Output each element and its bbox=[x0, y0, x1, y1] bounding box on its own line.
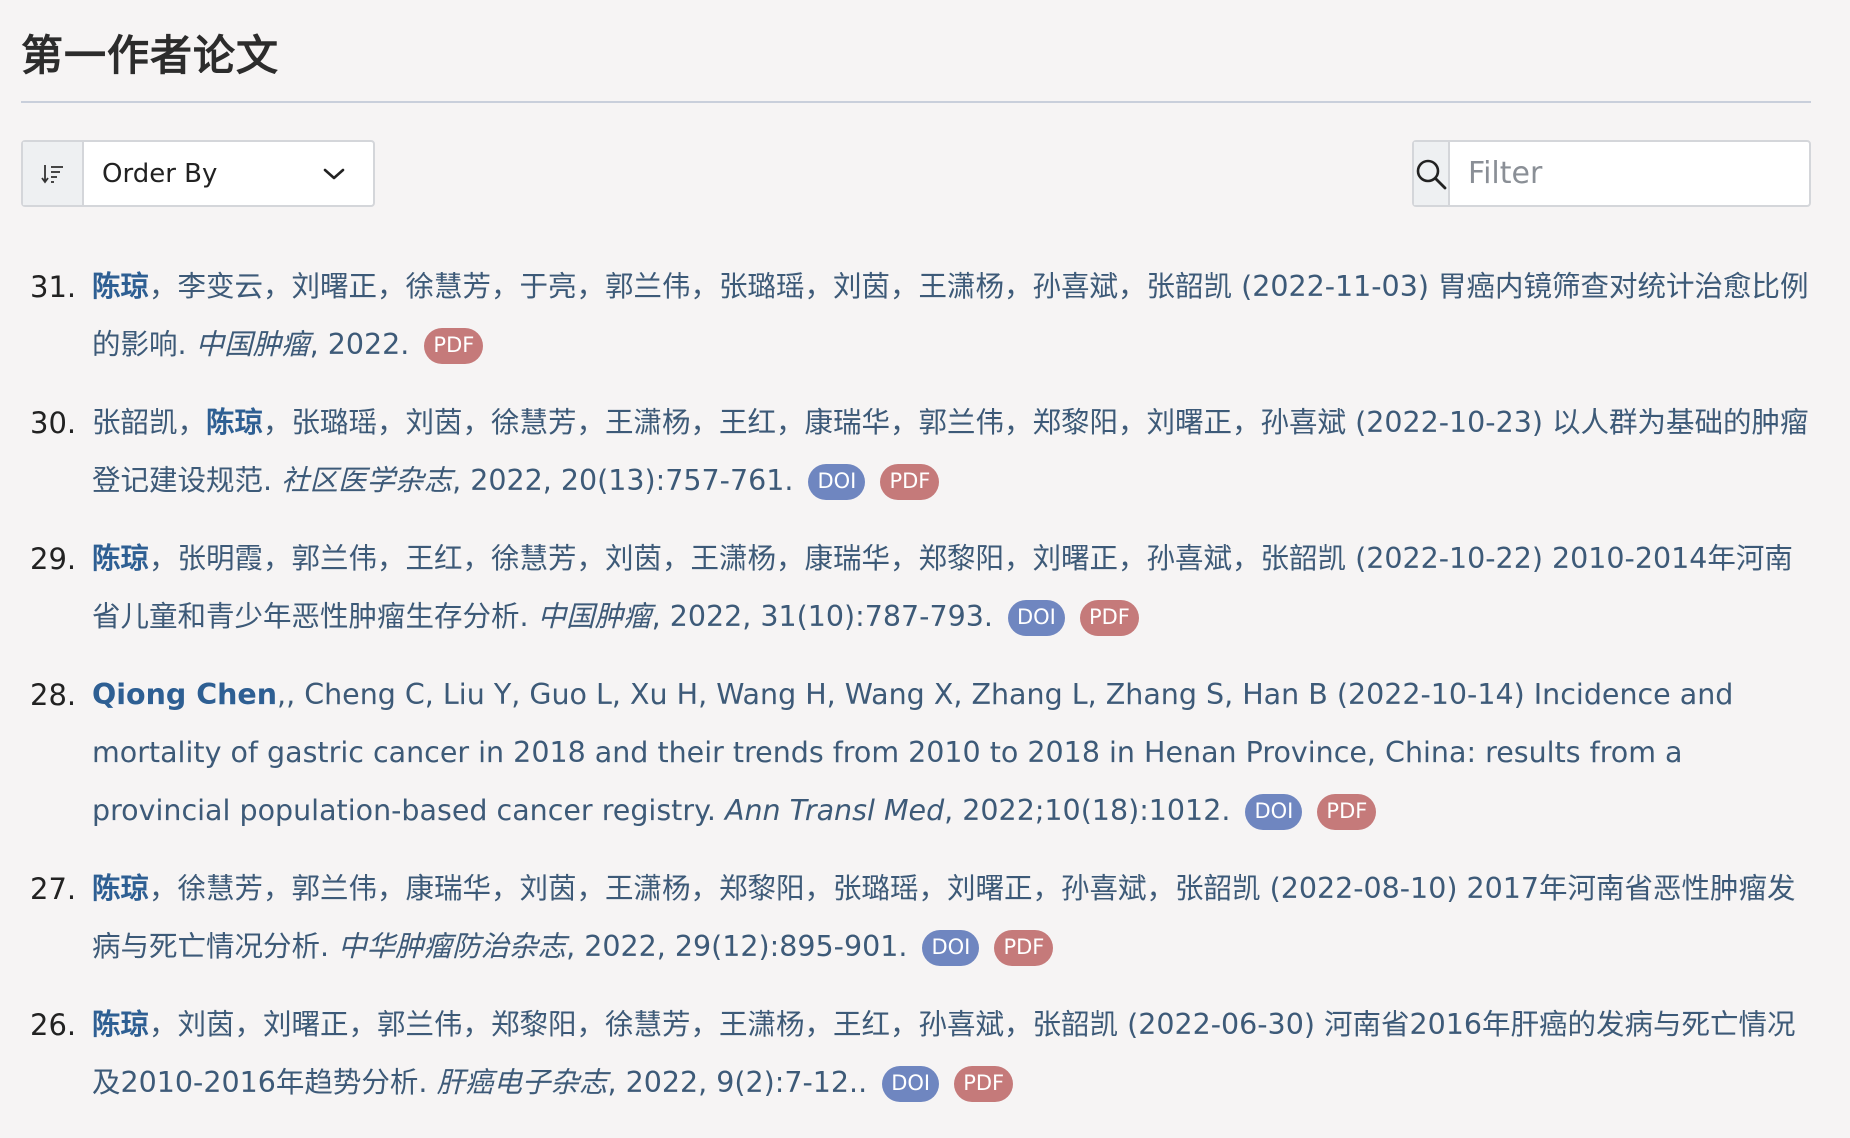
publication-number: 29. bbox=[30, 542, 77, 576]
sort-descending-icon bbox=[40, 164, 63, 183]
pdf-link[interactable]: PDF bbox=[424, 328, 484, 364]
pdf-link[interactable]: PDF bbox=[1079, 600, 1139, 636]
doi-link[interactable]: DOI bbox=[882, 1066, 940, 1102]
publication-list: 31. 陈琼，李变云，刘曙正，徐慧芳，于亮，郭兰伟，张璐瑶，刘茵，王潇杨，孙喜斌… bbox=[30, 258, 1820, 1132]
journal-name: 社区医学杂志 bbox=[281, 464, 453, 497]
publication-number: 30. bbox=[30, 406, 77, 440]
order-by-select[interactable]: Order By bbox=[84, 142, 373, 205]
citation: , 2022. bbox=[309, 328, 410, 361]
filter-input[interactable] bbox=[1450, 142, 1850, 205]
publication-item: 31. 陈琼，李变云，刘曙正，徐慧芳，于亮，郭兰伟，张璐瑶，刘茵，王潇杨，孙喜斌… bbox=[30, 258, 1820, 374]
publication-item: 29. 陈琼，张明霞，郭兰伟，王红，徐慧芳，刘茵，王潇杨，康瑞华，郑黎阳，刘曙正… bbox=[30, 530, 1820, 646]
journal-name: 中国肿瘤 bbox=[537, 600, 652, 633]
publication-text: ，刘茵，刘曙正，郭兰伟，郑黎阳，徐慧芳，王潇杨，王红，孙喜斌，张韶凯 (2022… bbox=[92, 1008, 1796, 1099]
publication-item: 28. Qiong Chen,, Cheng C, Liu Y, Guo L, … bbox=[30, 666, 1820, 840]
publication-item: 30. 张韶凯，陈琼，张璐瑶，刘茵，徐慧芳，王潇杨，王红，康瑞华，郭兰伟，郑黎阳… bbox=[30, 394, 1820, 510]
pdf-link[interactable]: PDF bbox=[880, 464, 940, 500]
doi-link[interactable]: DOI bbox=[922, 930, 980, 966]
publication-item: 26. 陈琼，刘茵，刘曙正，郭兰伟，郑黎阳，徐慧芳，王潇杨，王红，孙喜斌，张韶凯… bbox=[30, 996, 1820, 1112]
publication-number: 28. bbox=[30, 678, 77, 712]
chevron-down-icon bbox=[323, 168, 345, 179]
sort-icon[interactable] bbox=[23, 142, 84, 205]
journal-name: 中华肿瘤防治杂志 bbox=[338, 930, 567, 963]
journal-name: Ann Transl Med bbox=[725, 794, 945, 827]
lead-author: 陈琼 bbox=[92, 542, 150, 575]
publication-number: 26. bbox=[30, 1008, 77, 1042]
pdf-link[interactable]: PDF bbox=[954, 1066, 1014, 1102]
order-by-control[interactable]: Order By bbox=[21, 140, 375, 207]
citation: , 2022;10(18):1012. bbox=[944, 794, 1231, 827]
pdf-link[interactable]: PDF bbox=[994, 930, 1054, 966]
lead-author: 陈琼 bbox=[92, 872, 150, 905]
doi-link[interactable]: DOI bbox=[808, 464, 866, 500]
doi-link[interactable]: DOI bbox=[1245, 794, 1303, 830]
pdf-link[interactable]: PDF bbox=[1317, 794, 1377, 830]
order-by-label: Order By bbox=[102, 158, 218, 189]
lead-author: 陈琼 bbox=[206, 406, 264, 439]
title-divider bbox=[21, 101, 1811, 103]
search-icon[interactable] bbox=[1414, 142, 1450, 205]
journal-name: 肝癌电子杂志 bbox=[436, 1066, 608, 1099]
lead-author: 陈琼 bbox=[92, 1008, 150, 1041]
lead-author: Qiong Chen bbox=[92, 678, 278, 711]
co-author: 张韶凯， bbox=[92, 406, 207, 439]
filter-control[interactable] bbox=[1412, 140, 1850, 207]
publication-number: 31. bbox=[30, 270, 77, 304]
citation: , 2022, 20(13):757-761. bbox=[452, 464, 794, 497]
citation: , 2022, 31(10):787-793. bbox=[651, 600, 993, 633]
lead-author: 陈琼 bbox=[92, 270, 150, 303]
citation: , 2022, 9(2):7-12.. bbox=[607, 1066, 868, 1099]
publications-page: 第一作者论文 Order By Filter 31. 陈琼，李变云，刘曙正，徐慧… bbox=[0, 0, 1850, 1138]
journal-name: 中国肿瘤 bbox=[195, 328, 310, 361]
doi-link[interactable]: DOI bbox=[1007, 600, 1065, 636]
publication-item: 27. 陈琼，徐慧芳，郭兰伟，康瑞华，刘茵，王潇杨，郑黎阳，张璐瑶，刘曙正，孙喜… bbox=[30, 860, 1820, 976]
page-title: 第一作者论文 bbox=[21, 31, 280, 80]
citation: , 2022, 29(12):895-901. bbox=[566, 930, 908, 963]
publication-number: 27. bbox=[30, 872, 77, 906]
